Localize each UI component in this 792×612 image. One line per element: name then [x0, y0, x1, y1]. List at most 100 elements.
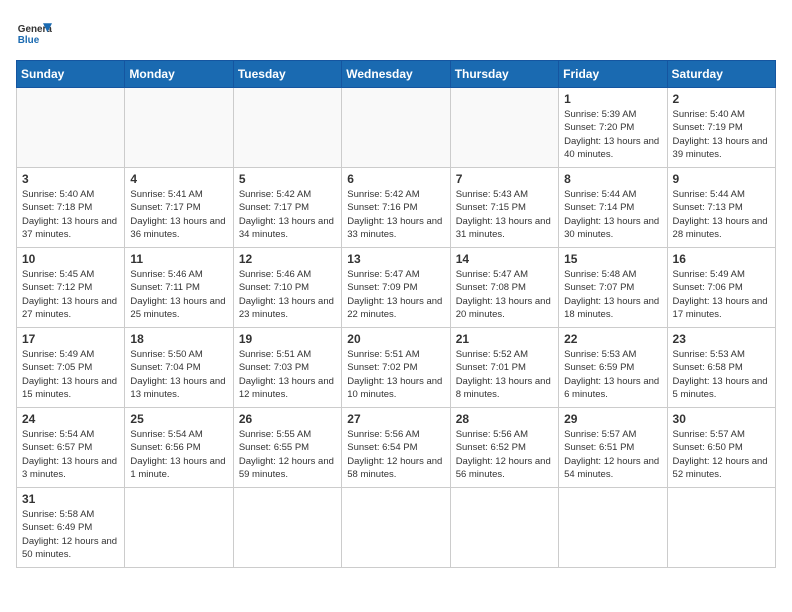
logo-icon: General Blue	[16, 16, 52, 52]
day-info: Sunrise: 5:49 AM Sunset: 7:05 PM Dayligh…	[22, 348, 119, 401]
calendar-cell	[559, 488, 667, 568]
calendar-cell: 11Sunrise: 5:46 AM Sunset: 7:11 PM Dayli…	[125, 248, 233, 328]
calendar-cell: 9 Sunrise: 5:44 AM Sunset: 7:13 PM Daylig…	[667, 168, 775, 248]
day-number: 26	[239, 412, 336, 426]
calendar-cell: 29 Sunrise: 5:57 AM Sunset: 6:51 PM Dayli…	[559, 408, 667, 488]
day-number: 31	[22, 492, 119, 506]
day-number: 9	[673, 172, 770, 186]
day-info: Sunrise: 5:44 AM Sunset: 7:13 PM Dayligh…	[673, 188, 770, 241]
day-number: 2	[673, 92, 770, 106]
day-number: 25	[130, 412, 227, 426]
day-info: Sunrise: 5:47 AM Sunset: 7:09 PM Dayligh…	[347, 268, 444, 321]
day-number: 4	[130, 172, 227, 186]
calendar-cell: 15 Sunrise: 5:48 AM Sunset: 7:07 PM Dayli…	[559, 248, 667, 328]
calendar-cell	[233, 88, 341, 168]
calendar-cell: 30 Sunrise: 5:57 AM Sunset: 6:50 PM Dayli…	[667, 408, 775, 488]
day-info: Sunrise: 5:43 AM Sunset: 7:15 PM Dayligh…	[456, 188, 553, 241]
day-info: Sunrise: 5:42 AM Sunset: 7:16 PM Dayligh…	[347, 188, 444, 241]
calendar-cell: 13 Sunrise: 5:47 AM Sunset: 7:09 PM Dayli…	[342, 248, 450, 328]
day-info: Sunrise: 5:48 AM Sunset: 7:07 PM Dayligh…	[564, 268, 661, 321]
day-info: Sunrise: 5:57 AM Sunset: 6:51 PM Dayligh…	[564, 428, 661, 481]
weekday-header-friday: Friday	[559, 61, 667, 88]
day-number: 13	[347, 252, 444, 266]
page-header: General Blue	[16, 16, 776, 52]
day-info: Sunrise: 5:57 AM Sunset: 6:50 PM Dayligh…	[673, 428, 770, 481]
day-number: 15	[564, 252, 661, 266]
calendar-cell: 25 Sunrise: 5:54 AM Sunset: 6:56 PM Dayli…	[125, 408, 233, 488]
day-number: 27	[347, 412, 444, 426]
day-number: 1	[564, 92, 661, 106]
calendar-week-1: 1 Sunrise: 5:39 AM Sunset: 7:20 PM Daylig…	[17, 88, 776, 168]
day-number: 7	[456, 172, 553, 186]
weekday-header-wednesday: Wednesday	[342, 61, 450, 88]
calendar-cell: 22 Sunrise: 5:53 AM Sunset: 6:59 PM Dayli…	[559, 328, 667, 408]
calendar-cell: 12 Sunrise: 5:46 AM Sunset: 7:10 PM Dayli…	[233, 248, 341, 328]
day-number: 24	[22, 412, 119, 426]
day-info: Sunrise: 5:51 AM Sunset: 7:03 PM Dayligh…	[239, 348, 336, 401]
day-number: 29	[564, 412, 661, 426]
calendar-cell: 27 Sunrise: 5:56 AM Sunset: 6:54 PM Dayli…	[342, 408, 450, 488]
day-number: 14	[456, 252, 553, 266]
day-info: Sunrise: 5:41 AM Sunset: 7:17 PM Dayligh…	[130, 188, 227, 241]
calendar-cell	[17, 88, 125, 168]
calendar-cell: 17 Sunrise: 5:49 AM Sunset: 7:05 PM Dayli…	[17, 328, 125, 408]
calendar-cell: 5Sunrise: 5:42 AM Sunset: 7:17 PM Daylig…	[233, 168, 341, 248]
day-info: Sunrise: 5:53 AM Sunset: 6:58 PM Dayligh…	[673, 348, 770, 401]
weekday-header-thursday: Thursday	[450, 61, 558, 88]
calendar-week-2: 3 Sunrise: 5:40 AM Sunset: 7:18 PM Daylig…	[17, 168, 776, 248]
calendar-week-4: 17 Sunrise: 5:49 AM Sunset: 7:05 PM Dayli…	[17, 328, 776, 408]
day-number: 17	[22, 332, 119, 346]
day-info: Sunrise: 5:39 AM Sunset: 7:20 PM Dayligh…	[564, 108, 661, 161]
day-info: Sunrise: 5:54 AM Sunset: 6:57 PM Dayligh…	[22, 428, 119, 481]
weekday-header-row: SundayMondayTuesdayWednesdayThursdayFrid…	[17, 61, 776, 88]
day-number: 11	[130, 252, 227, 266]
calendar-cell: 26 Sunrise: 5:55 AM Sunset: 6:55 PM Dayli…	[233, 408, 341, 488]
calendar-week-3: 10 Sunrise: 5:45 AM Sunset: 7:12 PM Dayli…	[17, 248, 776, 328]
weekday-header-saturday: Saturday	[667, 61, 775, 88]
calendar-cell: 10 Sunrise: 5:45 AM Sunset: 7:12 PM Dayli…	[17, 248, 125, 328]
logo: General Blue	[16, 16, 52, 52]
calendar-cell	[450, 88, 558, 168]
day-info: Sunrise: 5:56 AM Sunset: 6:54 PM Dayligh…	[347, 428, 444, 481]
day-info: Sunrise: 5:40 AM Sunset: 7:19 PM Dayligh…	[673, 108, 770, 161]
calendar-cell: 7 Sunrise: 5:43 AM Sunset: 7:15 PM Daylig…	[450, 168, 558, 248]
calendar-cell	[342, 88, 450, 168]
calendar-cell: 2 Sunrise: 5:40 AM Sunset: 7:19 PM Daylig…	[667, 88, 775, 168]
day-info: Sunrise: 5:53 AM Sunset: 6:59 PM Dayligh…	[564, 348, 661, 401]
calendar-cell: 4 Sunrise: 5:41 AM Sunset: 7:17 PM Daylig…	[125, 168, 233, 248]
day-number: 5	[239, 172, 336, 186]
calendar-cell: 31Sunrise: 5:58 AM Sunset: 6:49 PM Dayli…	[17, 488, 125, 568]
day-info: Sunrise: 5:45 AM Sunset: 7:12 PM Dayligh…	[22, 268, 119, 321]
day-info: Sunrise: 5:54 AM Sunset: 6:56 PM Dayligh…	[130, 428, 227, 481]
day-info: Sunrise: 5:55 AM Sunset: 6:55 PM Dayligh…	[239, 428, 336, 481]
calendar-week-6: 31Sunrise: 5:58 AM Sunset: 6:49 PM Dayli…	[17, 488, 776, 568]
calendar-week-5: 24 Sunrise: 5:54 AM Sunset: 6:57 PM Dayli…	[17, 408, 776, 488]
calendar-cell: 8Sunrise: 5:44 AM Sunset: 7:14 PM Daylig…	[559, 168, 667, 248]
day-number: 23	[673, 332, 770, 346]
day-number: 12	[239, 252, 336, 266]
day-number: 30	[673, 412, 770, 426]
day-number: 22	[564, 332, 661, 346]
day-number: 10	[22, 252, 119, 266]
calendar-cell: 18Sunrise: 5:50 AM Sunset: 7:04 PM Dayli…	[125, 328, 233, 408]
calendar-cell	[125, 88, 233, 168]
day-info: Sunrise: 5:46 AM Sunset: 7:10 PM Dayligh…	[239, 268, 336, 321]
svg-text:Blue: Blue	[18, 35, 40, 46]
day-number: 3	[22, 172, 119, 186]
calendar-cell	[667, 488, 775, 568]
day-number: 16	[673, 252, 770, 266]
weekday-header-tuesday: Tuesday	[233, 61, 341, 88]
day-number: 6	[347, 172, 444, 186]
calendar-cell	[125, 488, 233, 568]
calendar-cell	[450, 488, 558, 568]
day-info: Sunrise: 5:51 AM Sunset: 7:02 PM Dayligh…	[347, 348, 444, 401]
day-info: Sunrise: 5:40 AM Sunset: 7:18 PM Dayligh…	[22, 188, 119, 241]
day-info: Sunrise: 5:47 AM Sunset: 7:08 PM Dayligh…	[456, 268, 553, 321]
calendar-cell: 20Sunrise: 5:51 AM Sunset: 7:02 PM Dayli…	[342, 328, 450, 408]
calendar-cell: 3 Sunrise: 5:40 AM Sunset: 7:18 PM Daylig…	[17, 168, 125, 248]
day-number: 18	[130, 332, 227, 346]
calendar-cell: 6 Sunrise: 5:42 AM Sunset: 7:16 PM Daylig…	[342, 168, 450, 248]
day-number: 19	[239, 332, 336, 346]
calendar-cell: 19 Sunrise: 5:51 AM Sunset: 7:03 PM Dayli…	[233, 328, 341, 408]
calendar-cell: 21Sunrise: 5:52 AM Sunset: 7:01 PM Dayli…	[450, 328, 558, 408]
